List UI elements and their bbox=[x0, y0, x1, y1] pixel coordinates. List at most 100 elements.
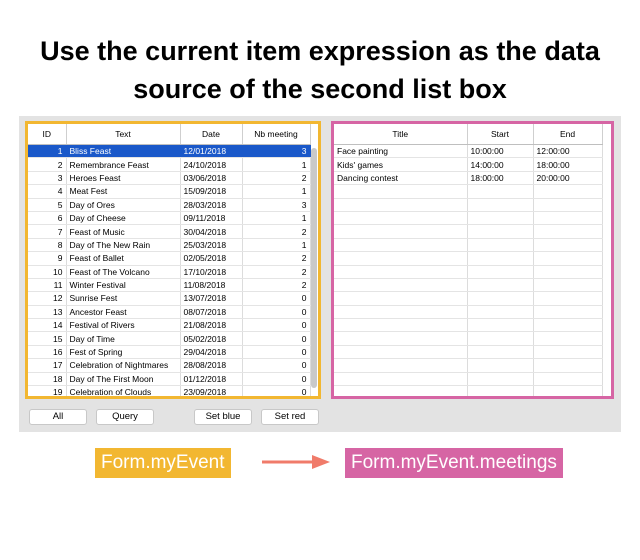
empty-cell bbox=[467, 331, 534, 346]
cell-text: Feast of Ballet bbox=[66, 251, 181, 266]
events-list-box[interactable]: ID Text Date Nb meeting 1 Bliss Feast 12/0… bbox=[25, 121, 321, 399]
column-header-id[interactable]: ID bbox=[28, 124, 67, 145]
table-row[interactable]: 13 Ancestor Feast 08/07/2018 0 bbox=[28, 305, 311, 320]
cell-title: Kids' games bbox=[334, 157, 468, 172]
table-row[interactable]: 8 Day of The New Rain 25/03/2018 1 bbox=[28, 238, 311, 253]
query-button[interactable]: Query bbox=[96, 409, 154, 425]
table-row[interactable]: 12 Sunrise Fest 13/07/2018 0 bbox=[28, 291, 311, 306]
cell-text: Heroes Feast bbox=[66, 171, 181, 186]
set-red-button[interactable]: Set red bbox=[261, 409, 319, 425]
column-header-text[interactable]: Text bbox=[66, 124, 181, 145]
cell-nb-meeting: 0 bbox=[242, 385, 311, 396]
empty-cell bbox=[533, 278, 603, 293]
table-row[interactable]: 14 Festival of Rivers 21/08/2018 0 bbox=[28, 318, 311, 333]
empty-cell bbox=[334, 318, 468, 333]
cell-date: 17/10/2018 bbox=[180, 265, 243, 279]
empty-row bbox=[334, 385, 603, 396]
table-row[interactable]: 5 Day of Ores 28/03/2018 3 bbox=[28, 198, 311, 212]
empty-cell bbox=[467, 372, 534, 387]
column-header-title[interactable]: Title bbox=[334, 124, 468, 145]
empty-row bbox=[334, 211, 603, 226]
empty-cell bbox=[334, 385, 468, 396]
empty-row bbox=[334, 372, 603, 387]
empty-cell bbox=[467, 358, 534, 373]
table-row[interactable]: Face painting 10:00:00 12:00:00 bbox=[334, 144, 603, 159]
empty-cell bbox=[533, 305, 603, 320]
empty-cell bbox=[334, 278, 468, 293]
column-header-date[interactable]: Date bbox=[180, 124, 243, 145]
table-row[interactable]: 3 Heroes Feast 03/06/2018 2 bbox=[28, 171, 311, 186]
table-row[interactable]: 11 Winter Festival 11/08/2018 2 bbox=[28, 278, 311, 293]
cell-id: 8 bbox=[28, 238, 67, 253]
empty-cell bbox=[533, 331, 603, 346]
cell-text: Winter Festival bbox=[66, 278, 181, 293]
all-button[interactable]: All bbox=[29, 409, 87, 425]
cell-nb-meeting: 3 bbox=[242, 198, 311, 212]
meetings-header-row: Title Start End bbox=[334, 124, 603, 145]
cell-text: Fest of Spring bbox=[66, 345, 181, 360]
cell-date: 21/08/2018 bbox=[180, 318, 243, 333]
cell-nb-meeting: 0 bbox=[242, 305, 311, 320]
cell-id: 9 bbox=[28, 251, 67, 266]
empty-cell bbox=[533, 265, 603, 279]
empty-cell bbox=[533, 372, 603, 387]
table-row[interactable]: 1 Bliss Feast 12/01/2018 3 bbox=[28, 144, 311, 159]
table-row[interactable]: 16 Fest of Spring 29/04/2018 0 bbox=[28, 345, 311, 360]
headline: Use the current item expression as the d… bbox=[0, 32, 640, 108]
arrow-right-icon bbox=[262, 455, 330, 469]
cell-date: 24/10/2018 bbox=[180, 157, 243, 172]
empty-cell bbox=[533, 198, 603, 212]
table-row[interactable]: 6 Day of Cheese 09/11/2018 1 bbox=[28, 211, 311, 226]
table-row[interactable]: 7 Feast of Music 30/04/2018 2 bbox=[28, 224, 311, 239]
cell-date: 12/01/2018 bbox=[180, 144, 243, 159]
empty-cell bbox=[533, 291, 603, 306]
empty-row bbox=[334, 184, 603, 199]
cell-title: Dancing contest bbox=[334, 171, 468, 186]
cell-date: 02/05/2018 bbox=[180, 251, 243, 266]
table-row[interactable]: Dancing contest 18:00:00 20:00:00 bbox=[334, 171, 603, 186]
cell-text: Day of The New Rain bbox=[66, 238, 181, 253]
table-row[interactable]: 15 Day of Time 05/02/2018 0 bbox=[28, 331, 311, 346]
cell-text: Feast of The Volcano bbox=[66, 265, 181, 279]
cell-text: Remembrance Feast bbox=[66, 157, 181, 172]
cell-date: 30/04/2018 bbox=[180, 224, 243, 239]
table-row[interactable]: 4 Meat Fest 15/09/2018 1 bbox=[28, 184, 311, 199]
cell-end: 12:00:00 bbox=[533, 144, 603, 159]
table-row[interactable]: 18 Day of The First Moon 01/12/2018 0 bbox=[28, 372, 311, 387]
column-header-start[interactable]: Start bbox=[467, 124, 534, 145]
table-row[interactable]: 17 Celebration of Nightmares 28/08/2018 0 bbox=[28, 358, 311, 373]
column-header-nb-meeting[interactable]: Nb meeting bbox=[242, 124, 311, 145]
vertical-scrollbar[interactable] bbox=[311, 148, 317, 388]
cell-date: 03/06/2018 bbox=[180, 171, 243, 186]
empty-cell bbox=[334, 224, 468, 239]
empty-cell bbox=[334, 305, 468, 320]
headline-line-2: source of the second list box bbox=[133, 74, 507, 104]
table-row[interactable]: 10 Feast of The Volcano 17/10/2018 2 bbox=[28, 265, 311, 279]
table-row[interactable]: 9 Feast of Ballet 02/05/2018 2 bbox=[28, 251, 311, 266]
table-row[interactable]: Kids' games 14:00:00 18:00:00 bbox=[334, 157, 603, 172]
cell-text: Celebration of Nightmares bbox=[66, 358, 181, 373]
cell-nb-meeting: 1 bbox=[242, 184, 311, 199]
meetings-table: Title Start End Face painting 10:00:00 12:… bbox=[334, 124, 603, 396]
table-row[interactable]: 2 Remembrance Feast 24/10/2018 1 bbox=[28, 157, 311, 172]
cell-id: 7 bbox=[28, 224, 67, 239]
cell-nb-meeting: 1 bbox=[242, 238, 311, 253]
empty-row bbox=[334, 318, 603, 333]
empty-cell bbox=[334, 358, 468, 373]
cell-nb-meeting: 0 bbox=[242, 331, 311, 346]
empty-cell bbox=[334, 291, 468, 306]
cell-nb-meeting: 0 bbox=[242, 318, 311, 333]
empty-row bbox=[334, 305, 603, 320]
cell-nb-meeting: 0 bbox=[242, 345, 311, 360]
set-blue-button[interactable]: Set blue bbox=[194, 409, 252, 425]
events-header-row: ID Text Date Nb meeting bbox=[28, 124, 311, 145]
cell-id: 2 bbox=[28, 157, 67, 172]
meetings-list-box[interactable]: Title Start End Face painting 10:00:00 12:… bbox=[331, 121, 614, 399]
table-row[interactable]: 19 Celebration of Clouds 23/09/2018 0 bbox=[28, 385, 311, 396]
empty-row bbox=[334, 358, 603, 373]
empty-cell bbox=[467, 238, 534, 253]
cell-text: Day of Time bbox=[66, 331, 181, 346]
column-header-end[interactable]: End bbox=[533, 124, 603, 145]
cell-nb-meeting: 2 bbox=[242, 251, 311, 266]
empty-row bbox=[334, 238, 603, 253]
